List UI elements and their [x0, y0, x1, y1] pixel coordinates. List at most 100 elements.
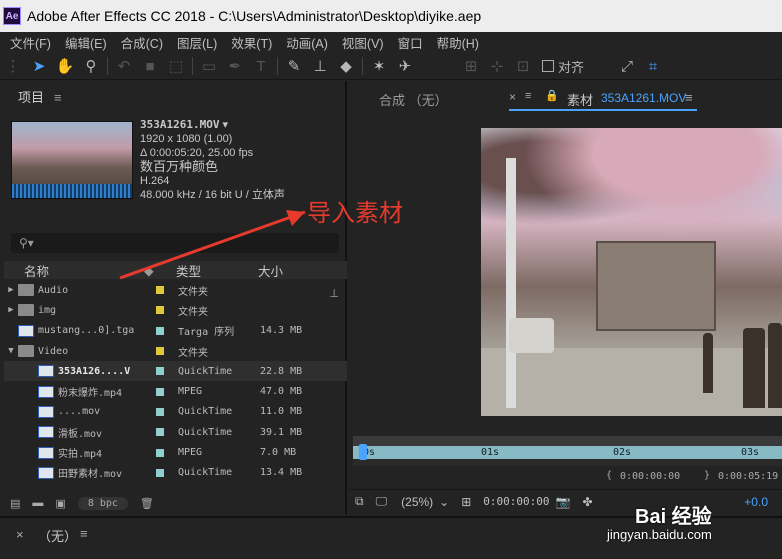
tab-footage-label[interactable]: 素材	[567, 90, 593, 109]
puppet-pin-tool-icon[interactable]: ✈	[392, 54, 418, 78]
interpret-footage-icon[interactable]: ▤	[10, 497, 20, 510]
region-of-interest-icon[interactable]: ⧉	[355, 494, 364, 509]
label-color-swatch[interactable]	[156, 428, 164, 437]
item-size: 7.0 MB	[260, 447, 297, 459]
show-channel-icon[interactable]: ✤	[582, 495, 592, 509]
clone-stamp-tool-icon[interactable]: ⊥	[307, 54, 333, 78]
timeline-tab[interactable]: （无）	[38, 526, 77, 545]
close-icon[interactable]: ×	[16, 527, 24, 542]
tab-footage-name[interactable]: 353A1261.MOV	[601, 91, 686, 105]
camera-tool-icon[interactable]: ■	[137, 54, 163, 78]
tab-composition[interactable]: 合成 （无）	[379, 90, 448, 109]
dropdown-icon[interactable]: ▾	[223, 119, 229, 131]
label-color-swatch[interactable]	[156, 387, 164, 396]
flowchart-icon[interactable]: ⊥	[329, 287, 339, 300]
list-item[interactable]: mustang...0].tga Targa 序列 14.3 MB	[4, 321, 347, 341]
label-color-swatch[interactable]	[156, 347, 164, 356]
list-item[interactable]: 实拍.mp4 MPEG 7.0 MB	[4, 442, 347, 462]
list-item[interactable]: 353A126....V QuickTime 22.8 MB	[4, 361, 347, 382]
expand-toggle-icon[interactable]: ▼	[4, 346, 18, 356]
zoom-select[interactable]: (25%)	[401, 495, 433, 509]
item-type: MPEG	[178, 386, 203, 398]
label-color-swatch[interactable]	[156, 326, 164, 335]
pan-behind-tool-icon[interactable]: ⬚	[163, 54, 189, 78]
time-ruler[interactable]: 0s 01s 02s 03s	[353, 446, 782, 459]
project-tab[interactable]: 项目 ≡	[18, 87, 62, 106]
item-name: mustang...0].tga	[38, 325, 135, 337]
item-type: 文件夹	[178, 306, 208, 318]
zoom-tool-icon[interactable]: ⚲	[78, 54, 104, 78]
menu-animation[interactable]: 动画(A)	[286, 33, 328, 52]
brush-tool-icon[interactable]: ✎	[281, 54, 307, 78]
monitor-icon[interactable]: 🖵	[376, 494, 388, 509]
time-navigator[interactable]	[353, 436, 782, 446]
rectangle-tool-icon[interactable]: ▭	[196, 54, 222, 78]
list-item[interactable]: 滑板.mov QuickTime 39.1 MB	[4, 422, 347, 442]
expand-toggle-icon[interactable]: ▶	[4, 285, 18, 295]
world-axis-icon[interactable]: ⊹	[484, 54, 510, 78]
bit-depth-button[interactable]: 8 bpc	[77, 496, 128, 510]
footage-resolution: 1920 x 1080 (1.00)	[140, 133, 233, 145]
viewer-timeline[interactable]: 0s 01s 02s 03s	[353, 436, 782, 466]
local-axis-icon[interactable]: ⊞	[458, 54, 484, 78]
menu-window[interactable]: 窗口	[398, 33, 423, 52]
checkbox-box[interactable]	[542, 60, 554, 72]
label-color-swatch[interactable]	[156, 448, 164, 457]
delete-icon[interactable]: 🗑	[140, 497, 154, 510]
menu-file[interactable]: 文件(F)	[10, 33, 51, 52]
snapping-icon[interactable]: ⌗	[640, 54, 666, 78]
list-item[interactable]: ....mov QuickTime 11.0 MB	[4, 402, 347, 422]
rotate-tool-icon[interactable]: ↶	[111, 54, 137, 78]
playhead[interactable]	[359, 444, 367, 460]
label-color-swatch[interactable]	[156, 367, 164, 376]
footage-viewer[interactable]	[481, 128, 782, 416]
in-point[interactable]: 0:00:00:00	[620, 471, 680, 482]
menu-effect[interactable]: 效果(T)	[231, 33, 272, 52]
menu-edit[interactable]: 编辑(E)	[65, 33, 107, 52]
selection-tool-icon[interactable]: ➤	[26, 54, 52, 78]
align-checkbox[interactable]: 对齐	[542, 57, 584, 76]
menu-icon[interactable]: ≡	[525, 90, 531, 102]
view-axis-icon[interactable]: ⊡	[510, 54, 536, 78]
hand-tool-icon[interactable]: ✋	[52, 54, 78, 78]
footage-name: 353A1261.MOV	[140, 118, 220, 131]
eraser-tool-icon[interactable]: ◆	[333, 54, 359, 78]
label-color-swatch[interactable]	[156, 306, 164, 315]
expand-icon[interactable]: ⤢	[614, 54, 640, 78]
out-bracket-icon[interactable]: }	[704, 470, 710, 481]
menu-composition[interactable]: 合成(C)	[121, 33, 163, 52]
new-folder-icon[interactable]: ▬	[32, 497, 43, 509]
chevron-down-icon[interactable]: ⌄	[439, 495, 449, 509]
close-icon[interactable]: ×	[509, 90, 516, 104]
new-composition-icon[interactable]: ▣	[55, 497, 65, 510]
panel-menu-icon[interactable]: ≡	[80, 526, 88, 541]
label-color-swatch[interactable]	[156, 407, 164, 416]
label-color-swatch[interactable]	[156, 468, 164, 477]
roto-brush-tool-icon[interactable]: ✶	[366, 54, 392, 78]
active-tab-underline	[509, 109, 697, 111]
list-item[interactable]: 田野素材.mov QuickTime 13.4 MB	[4, 463, 347, 483]
menu-layer[interactable]: 图层(L)	[177, 33, 217, 52]
current-time[interactable]: 0:00:00:00	[483, 495, 549, 508]
pen-tool-icon[interactable]: ✒	[222, 54, 248, 78]
list-item[interactable]: ▼ Video 文件夹	[4, 341, 347, 361]
footage-info: 353A1261.MOV ▾ 1920 x 1080 (1.00) Δ 0:00…	[140, 118, 285, 202]
item-name: 粉末爆炸.mp4	[58, 388, 123, 400]
panel-menu-icon[interactable]: ≡	[685, 90, 693, 105]
list-item[interactable]: 粉末爆炸.mp4 MPEG 47.0 MB	[4, 381, 347, 401]
exposure-offset[interactable]: +0.0	[744, 495, 768, 509]
snapshot-icon[interactable]: 📷	[556, 495, 571, 509]
out-point[interactable]: 0:00:05:19	[718, 471, 778, 482]
item-size: 13.4 MB	[260, 467, 303, 479]
ground	[481, 348, 782, 416]
label-color-swatch[interactable]	[156, 286, 164, 295]
expand-toggle-icon[interactable]: ▶	[4, 305, 18, 315]
lock-icon[interactable]: 🔒	[545, 89, 559, 102]
panel-menu-icon[interactable]: ≡	[54, 90, 62, 105]
menu-help[interactable]: 帮助(H)	[437, 33, 479, 52]
in-bracket-icon[interactable]: {	[606, 470, 612, 481]
menu-view[interactable]: 视图(V)	[342, 33, 384, 52]
type-tool-icon[interactable]: T	[248, 54, 274, 78]
list-item[interactable]: ▶ img 文件夹	[4, 300, 347, 320]
safe-margins-icon[interactable]: ⊞	[461, 495, 471, 509]
